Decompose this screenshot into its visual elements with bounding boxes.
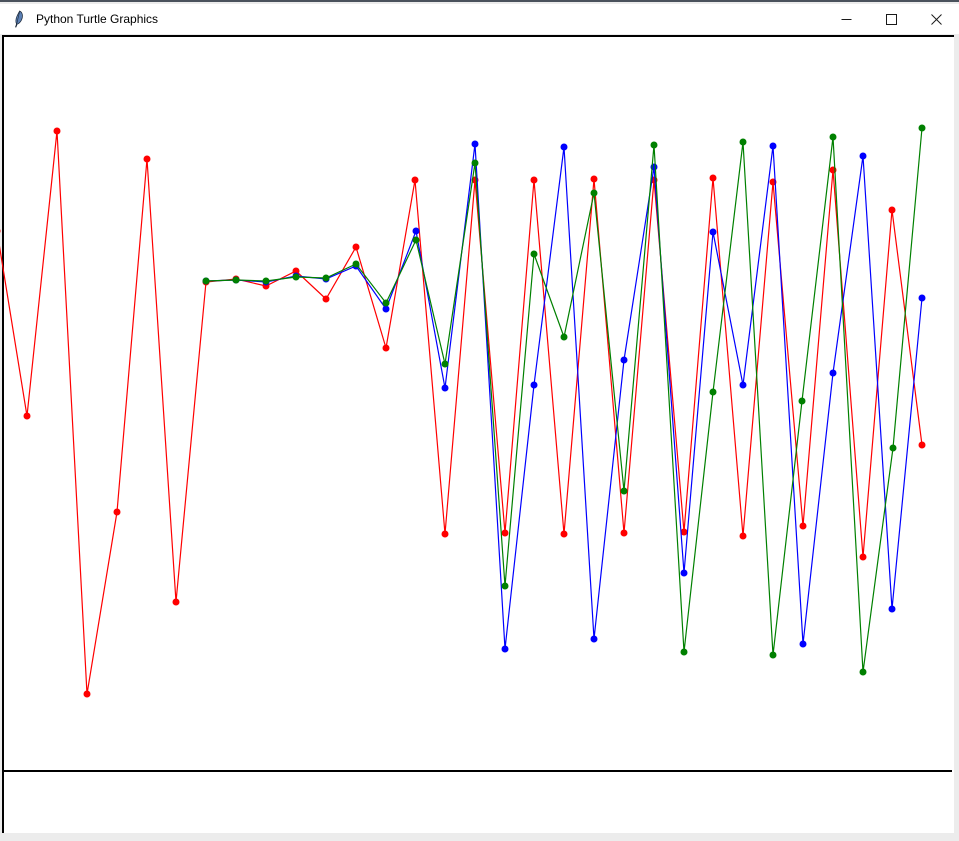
turtle-canvas[interactable]: [2, 35, 954, 833]
turtle-graphics-window: Python Turtle Graphics: [0, 0, 959, 839]
minimize-button[interactable]: [824, 4, 869, 34]
title-bar: Python Turtle Graphics: [0, 4, 959, 34]
close-icon: [931, 14, 942, 25]
maximize-button[interactable]: [869, 4, 914, 34]
maximize-icon: [886, 14, 897, 25]
minimize-icon: [841, 14, 852, 25]
tk-feather-icon: [11, 10, 27, 28]
series-red-marker: [0, 228, 1, 235]
window-title: Python Turtle Graphics: [36, 12, 158, 26]
close-button[interactable]: [914, 4, 959, 34]
